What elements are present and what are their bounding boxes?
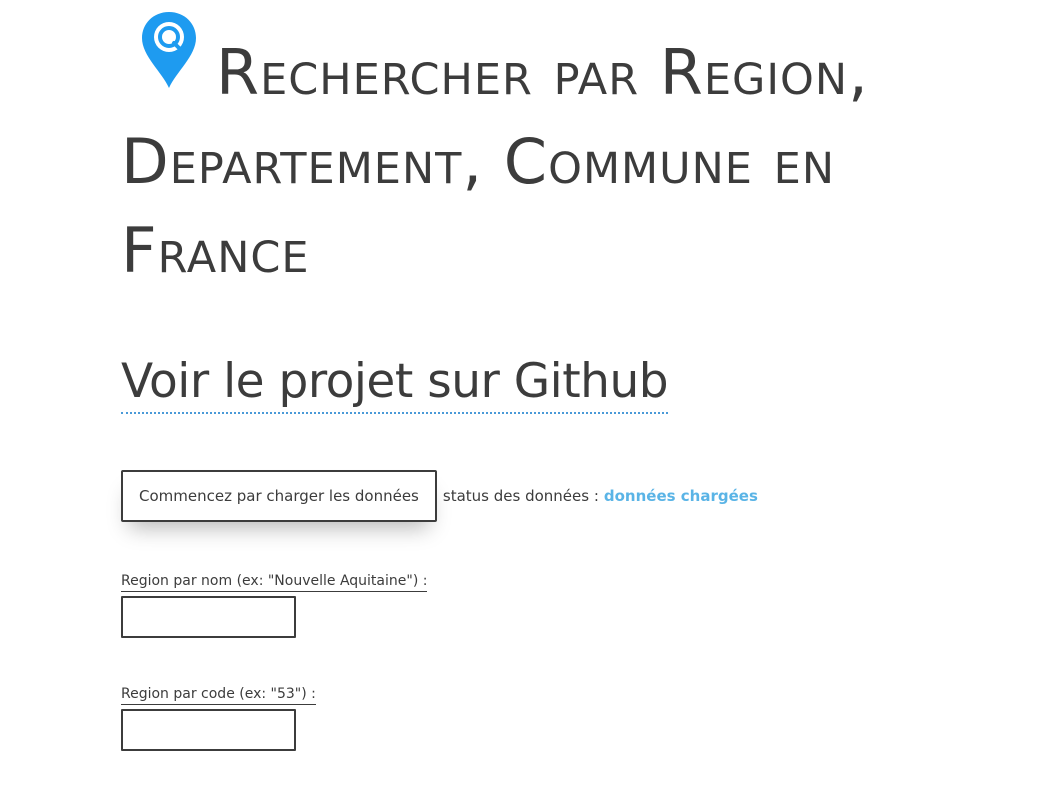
- data-status-value: données chargées: [603, 487, 758, 505]
- github-project-link[interactable]: Voir le projet sur Github: [121, 352, 669, 414]
- region-name-input[interactable]: [121, 596, 296, 638]
- region-code-label: Region par code (ex: "53") :: [121, 684, 316, 705]
- data-status-label: status des données :: [442, 487, 599, 505]
- region-code-input[interactable]: [121, 709, 296, 751]
- page-title: Rechercher par Region, Departement, Comm…: [121, 36, 869, 287]
- data-loader-row: Commencez par charger les données status…: [121, 468, 758, 524]
- load-data-button[interactable]: Commencez par charger les données: [121, 470, 437, 522]
- region-name-label: Region par nom (ex: "Nouvelle Aquitaine"…: [121, 571, 428, 592]
